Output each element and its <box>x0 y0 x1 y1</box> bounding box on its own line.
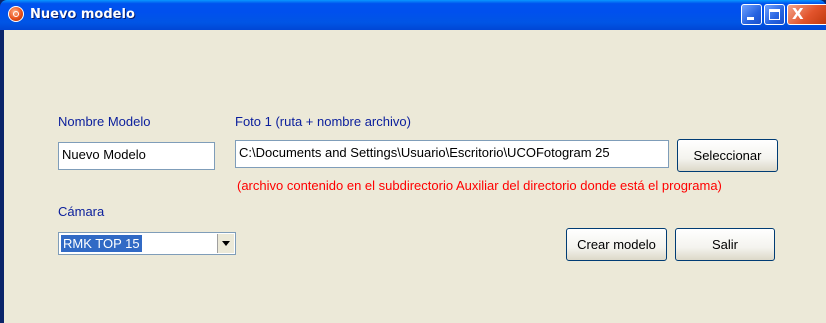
dialog-window: Nuevo modelo X Nombre Modelo Nuevo Model… <box>0 0 826 323</box>
chevron-down-icon[interactable] <box>217 234 234 253</box>
select-file-button[interactable]: Seleccionar <box>677 139 778 172</box>
window-title: Nuevo modelo <box>30 7 135 22</box>
model-name-input[interactable]: Nuevo Modelo <box>58 142 215 170</box>
camera-label: Cámara <box>58 204 105 219</box>
camera-select-value: RMK TOP 15 <box>61 235 142 252</box>
close-button[interactable]: X <box>787 4 826 25</box>
camera-select[interactable]: RMK TOP 15 <box>58 232 236 255</box>
model-name-label: Nombre Modelo <box>58 114 151 129</box>
photo-path-label: Foto 1 (ruta + nombre archivo) <box>235 114 411 129</box>
directory-note: (archivo contenido en el subdirectorio A… <box>237 178 722 193</box>
dialog-body: Nombre Modelo Nuevo Modelo Foto 1 (ruta … <box>4 30 826 323</box>
create-model-button[interactable]: Crear modelo <box>566 228 667 261</box>
exit-button[interactable]: Salir <box>675 228 775 261</box>
app-icon[interactable] <box>8 6 24 22</box>
close-icon: X <box>792 5 804 23</box>
minimize-button[interactable] <box>741 4 762 25</box>
photo-path-input[interactable]: C:\Documents and Settings\Usuario\Escrit… <box>235 140 669 168</box>
maximize-button[interactable] <box>764 4 785 25</box>
title-bar[interactable]: Nuevo modelo X <box>0 0 826 30</box>
